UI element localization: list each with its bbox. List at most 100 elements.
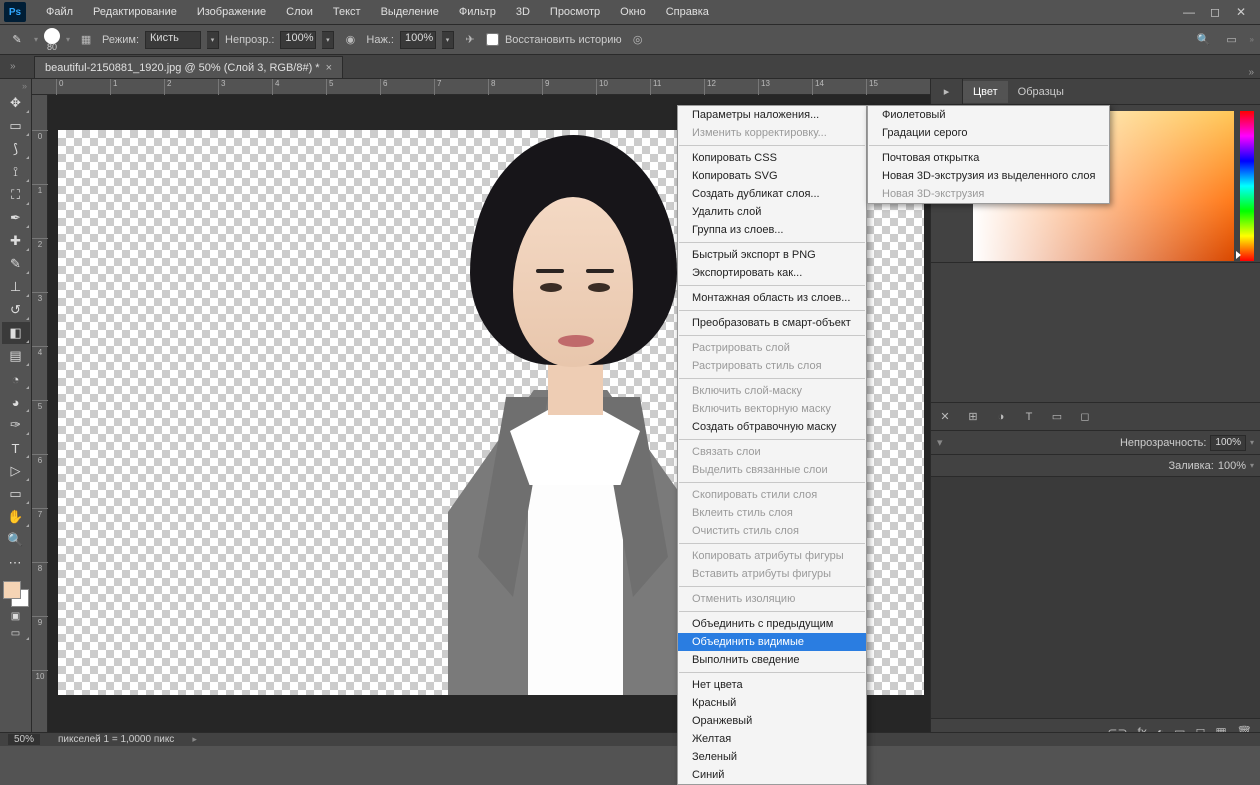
chevron-down-icon[interactable]: ▾ [322, 31, 334, 49]
tool-icon-brush[interactable]: ✎ [6, 29, 28, 51]
brush-tool[interactable]: ✎ [2, 253, 30, 275]
menu-text[interactable]: Текст [323, 2, 371, 22]
layer-filter-icon[interactable]: ✕ [937, 409, 953, 425]
context-menu-item[interactable]: Оранжевый [678, 712, 866, 730]
gradient-tool[interactable]: ▤ [2, 345, 30, 367]
menu-3d[interactable]: 3D [506, 2, 540, 22]
history-brush-tool[interactable]: ↺ [2, 299, 30, 321]
dodge-tool[interactable]: ◕ [2, 391, 30, 413]
context-menu-item[interactable]: Красный [678, 694, 866, 712]
flow-field[interactable]: 100% [400, 31, 436, 49]
menu-window[interactable]: Окно [610, 2, 656, 22]
layer-list[interactable] [931, 477, 1260, 718]
layer-type-icon[interactable]: T [1021, 409, 1037, 425]
context-menu-item[interactable]: Градации серого [868, 124, 1109, 142]
layer-adjust-icon[interactable]: ◑ [993, 409, 1009, 425]
zoom-tool[interactable]: 🔍 [2, 529, 30, 551]
context-menu-item[interactable]: Новая 3D-экструзия из выделенного слоя [868, 167, 1109, 185]
brush-panel-icon[interactable]: ▦ [76, 30, 96, 50]
blur-tool[interactable]: ◔ [2, 368, 30, 390]
pressure-opacity-icon[interactable]: ◉ [340, 30, 360, 50]
menu-edit[interactable]: Редактирование [83, 2, 187, 22]
tabbar-overflow-icon[interactable]: » [4, 54, 34, 78]
maximize-icon[interactable]: ◻ [1208, 5, 1222, 19]
search-icon[interactable]: 🔍 [1194, 30, 1214, 50]
restore-history-checkbox[interactable] [486, 33, 499, 46]
layer-smart-icon[interactable]: ◻ [1077, 409, 1093, 425]
panel-collapse-icon[interactable]: ▸ [931, 79, 963, 105]
shape-tool[interactable]: ▭ [2, 483, 30, 505]
layer-opacity-field[interactable]: 100% [1210, 435, 1246, 451]
path-select-tool[interactable]: ▷ [2, 460, 30, 482]
tab-color[interactable]: Цвет [963, 81, 1008, 103]
context-menu-item[interactable]: Преобразовать в смарт-объект [678, 314, 866, 332]
context-menu-item: Вставить атрибуты фигуры [678, 565, 866, 583]
airbrush-icon[interactable]: ✈ [460, 30, 480, 50]
hue-slider[interactable] [1240, 111, 1254, 261]
menu-view[interactable]: Просмотр [540, 2, 610, 22]
lasso-tool[interactable]: ⟆ [2, 138, 30, 160]
minimize-icon[interactable]: — [1182, 5, 1196, 19]
menu-select[interactable]: Выделение [371, 2, 449, 22]
quick-select-tool[interactable]: ⟟ [2, 161, 30, 183]
context-menu-item[interactable]: Копировать SVG [678, 167, 866, 185]
context-menu-layers-2[interactable]: ФиолетовыйГрадации серого Почтовая открыт… [867, 105, 1110, 204]
document-tab[interactable]: beautiful-2150881_1920.jpg @ 50% (Слой 3… [34, 56, 343, 78]
crop-tool[interactable]: ⛶ [2, 184, 30, 206]
screenmode-tool[interactable]: ▭ [2, 625, 30, 641]
more-tools[interactable]: ⋯ [2, 552, 30, 574]
close-icon[interactable]: ✕ [1234, 5, 1248, 19]
tabbar-right-overflow-icon[interactable]: » [1248, 67, 1260, 78]
mode-select[interactable]: Кисть [145, 31, 201, 49]
pressure-size-icon[interactable]: ◎ [628, 30, 648, 50]
zoom-field[interactable]: 50% [8, 734, 40, 745]
menu-help[interactable]: Справка [656, 2, 719, 22]
ruler-tick: 7 [434, 79, 441, 95]
context-menu-item[interactable]: Создать обтравочную маску [678, 418, 866, 436]
healing-tool[interactable]: ✚ [2, 230, 30, 252]
context-menu-item[interactable]: Желтая [678, 730, 866, 748]
context-menu-item[interactable]: Синий [678, 766, 866, 784]
context-menu-item[interactable]: Группа из слоев... [678, 221, 866, 239]
context-menu-item[interactable]: Быстрый экспорт в PNG [678, 246, 866, 264]
type-tool[interactable]: T [2, 437, 30, 459]
layer-shape-icon[interactable]: ▭ [1049, 409, 1065, 425]
quickmask-tool[interactable]: ▣ [2, 608, 30, 624]
chevron-down-icon[interactable]: ▾ [442, 31, 454, 49]
chevron-down-icon[interactable]: ▾ [207, 31, 219, 49]
eyedropper-tool[interactable]: ✒ [2, 207, 30, 229]
menu-filter[interactable]: Фильтр [449, 2, 506, 22]
context-menu-item[interactable]: Экспортировать как... [678, 264, 866, 282]
context-menu-item[interactable]: Почтовая открытка [868, 149, 1109, 167]
move-tool[interactable]: ✥ [2, 92, 30, 114]
eraser-tool[interactable]: ◧ [2, 322, 30, 344]
context-menu-item[interactable]: Создать дубликат слоя... [678, 185, 866, 203]
workspace-icon[interactable]: ▭ [1222, 30, 1242, 50]
menu-image[interactable]: Изображение [187, 2, 276, 22]
marquee-tool[interactable]: ▭ [2, 115, 30, 137]
context-menu-item[interactable]: Фиолетовый [868, 106, 1109, 124]
context-menu-item[interactable]: Объединить с предыдущим [678, 615, 866, 633]
context-menu-item[interactable]: Монтажная область из слоев... [678, 289, 866, 307]
context-menu-item[interactable]: Зеленый [678, 748, 866, 766]
layer-fill-field[interactable]: 100% [1218, 460, 1246, 472]
context-menu-item[interactable]: Копировать CSS [678, 149, 866, 167]
stamp-tool[interactable]: ⊥ [2, 276, 30, 298]
brush-preview[interactable]: 80 [44, 28, 60, 52]
opacity-field[interactable]: 100% [280, 31, 316, 49]
context-menu-item[interactable]: Выполнить сведение [678, 651, 866, 669]
foreground-color[interactable] [3, 581, 21, 599]
hand-tool[interactable]: ✋ [2, 506, 30, 528]
context-menu-item[interactable]: Нет цвета [678, 676, 866, 694]
context-menu-item[interactable]: Параметры наложения... [678, 106, 866, 124]
tab-close-icon[interactable]: × [326, 62, 332, 74]
menu-layers[interactable]: Слои [276, 2, 323, 22]
color-swatch[interactable] [3, 581, 29, 607]
menu-file[interactable]: Файл [36, 2, 83, 22]
layer-pixel-icon[interactable]: ⊞ [965, 409, 981, 425]
context-menu-item[interactable]: Объединить видимые [678, 633, 866, 651]
pen-tool[interactable]: ✑ [2, 414, 30, 436]
tab-swatches[interactable]: Образцы [1008, 81, 1074, 103]
context-menu-layers[interactable]: Параметры наложения...Изменить корректир… [677, 105, 867, 785]
context-menu-item[interactable]: Удалить слой [678, 203, 866, 221]
